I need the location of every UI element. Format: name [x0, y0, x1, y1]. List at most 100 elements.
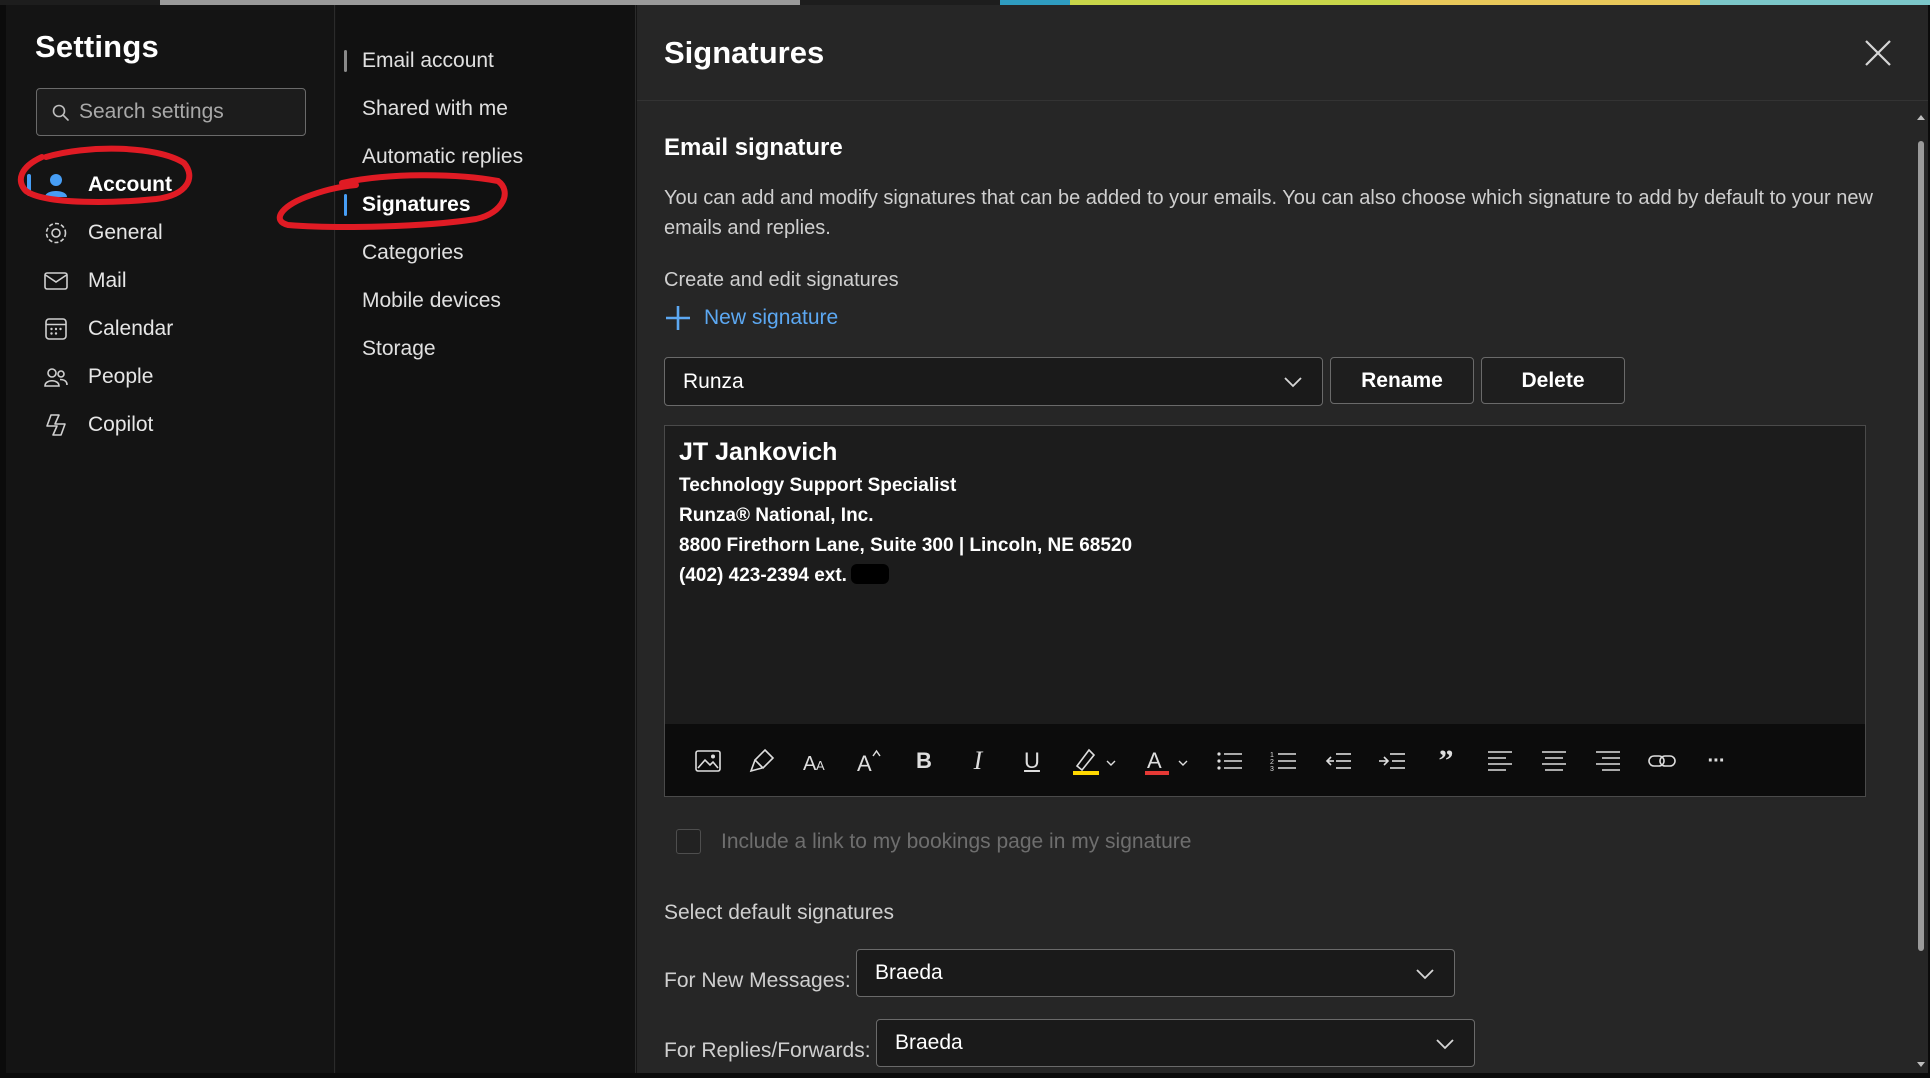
- section-title: Email signature: [664, 134, 843, 161]
- copilot-icon: [42, 411, 70, 439]
- decrease-indent-icon[interactable]: [1323, 746, 1353, 776]
- search-icon: [52, 104, 69, 121]
- vertical-scrollbar[interactable]: [1914, 111, 1928, 1071]
- formatting-toolbar: AA A B I U A 123 ” ···: [665, 724, 1865, 796]
- replies-select[interactable]: Braeda: [876, 1019, 1475, 1067]
- scrollbar-thumb[interactable]: [1918, 141, 1924, 951]
- bookings-link-label: Include a link to my bookings page in my…: [721, 829, 1192, 853]
- nav-item-label: Account: [88, 173, 172, 196]
- signature-select-value: Runza: [683, 369, 744, 393]
- signature-select[interactable]: Runza: [664, 357, 1323, 406]
- format-painter-icon[interactable]: [747, 746, 777, 776]
- delete-button[interactable]: Delete: [1481, 357, 1625, 404]
- insert-picture-icon[interactable]: [693, 746, 723, 776]
- signature-line: Runza® National, Inc.: [679, 505, 874, 526]
- nav-item-account[interactable]: Account: [27, 165, 320, 205]
- new-signature-label: New signature: [704, 306, 839, 329]
- svg-text:A: A: [1147, 748, 1162, 773]
- svg-text:1: 1: [1270, 752, 1274, 759]
- increase-font-icon[interactable]: A: [855, 746, 885, 776]
- chevron-down-icon: [1416, 969, 1434, 980]
- align-right-icon[interactable]: [1593, 746, 1623, 776]
- subnav-item-label: Signatures: [362, 193, 471, 216]
- signature-content[interactable]: JT Jankovich Technology Support Speciali…: [679, 438, 1132, 591]
- bold-icon[interactable]: B: [909, 746, 939, 776]
- close-button[interactable]: [1858, 33, 1898, 73]
- bookings-link-option: Include a link to my bookings page in my…: [676, 829, 1191, 854]
- increase-indent-icon[interactable]: [1377, 746, 1407, 776]
- svg-text:3: 3: [1270, 766, 1274, 773]
- page-title: Signatures: [664, 35, 825, 70]
- signatures-panel: Signatures Email signature You can add a…: [637, 5, 1928, 1073]
- nav-item-label: General: [88, 221, 163, 244]
- subnav-item-label: Storage: [362, 337, 436, 360]
- svg-text:A: A: [857, 751, 872, 775]
- signature-phone: (402) 423-2394 ext.: [679, 565, 847, 586]
- rename-button[interactable]: Rename: [1330, 357, 1474, 404]
- new-messages-value: Braeda: [875, 961, 943, 984]
- chevron-down-icon: [1284, 377, 1302, 388]
- signature-line: 8800 Firethorn Lane, Suite 300 | Lincoln…: [679, 535, 1133, 556]
- close-icon: [1865, 40, 1891, 66]
- selection-bar: [344, 194, 347, 216]
- nav-item-calendar[interactable]: Calendar: [30, 309, 320, 349]
- underline-icon[interactable]: U: [1017, 746, 1047, 776]
- signature-line: Technology Support Specialist: [679, 475, 957, 496]
- new-messages-label: For New Messages:: [664, 969, 851, 992]
- signature-editor[interactable]: JT Jankovich Technology Support Speciali…: [664, 425, 1866, 797]
- font-size-icon[interactable]: AA: [801, 746, 831, 776]
- nav-item-mail[interactable]: Mail: [30, 261, 320, 301]
- quote-icon[interactable]: ”: [1431, 744, 1461, 777]
- search-box[interactable]: [36, 88, 306, 136]
- subnav-item-automatic-replies[interactable]: Automatic replies: [336, 137, 626, 177]
- subnav-item-email-account[interactable]: Email account: [336, 41, 626, 81]
- settings-title: Settings: [35, 29, 159, 64]
- subnav-item-signatures[interactable]: Signatures: [336, 185, 626, 225]
- numbering-icon[interactable]: 123: [1269, 746, 1299, 776]
- highlight-icon[interactable]: [1071, 746, 1123, 776]
- subnav-item-label: Automatic replies: [362, 145, 524, 168]
- search-input[interactable]: [79, 89, 299, 135]
- nav-item-label: Copilot: [88, 413, 154, 436]
- bullets-icon[interactable]: [1215, 746, 1245, 776]
- subnav-item-label: Email account: [362, 49, 494, 72]
- settings-window: Settings Account General Mail: [6, 5, 1928, 1073]
- replies-label: For Replies/Forwards:: [664, 1039, 871, 1062]
- subnav-item-mobile-devices[interactable]: Mobile devices: [336, 281, 626, 321]
- nav-item-general[interactable]: General: [30, 213, 320, 253]
- subnav-item-shared-with-me[interactable]: Shared with me: [336, 89, 626, 129]
- account-subnav: Email account Shared with me Automatic r…: [336, 5, 636, 1073]
- new-signature-button[interactable]: New signature: [664, 304, 838, 332]
- chevron-down-icon: [1436, 1039, 1454, 1050]
- calendar-icon: [42, 315, 70, 343]
- subnav-item-storage[interactable]: Storage: [336, 329, 626, 369]
- align-left-icon[interactable]: [1485, 746, 1515, 776]
- scroll-up-arrow-icon[interactable]: [1914, 111, 1928, 125]
- gear-icon: [42, 219, 70, 247]
- subnav-item-categories[interactable]: Categories: [336, 233, 626, 273]
- link-icon[interactable]: [1647, 746, 1677, 776]
- panel-header: Signatures: [637, 5, 1928, 101]
- section-description: You can add and modify signatures that c…: [664, 187, 1873, 239]
- italic-icon[interactable]: I: [963, 746, 993, 776]
- replies-value: Braeda: [895, 1031, 963, 1054]
- default-signatures-label: Select default signatures: [664, 901, 894, 924]
- font-color-icon[interactable]: A: [1143, 746, 1195, 776]
- bookings-link-checkbox[interactable]: [676, 829, 701, 854]
- more-options-icon[interactable]: ···: [1701, 746, 1731, 776]
- nav-item-label: People: [88, 365, 154, 388]
- subnav-item-label: Mobile devices: [362, 289, 501, 312]
- scroll-down-arrow-icon[interactable]: [1914, 1057, 1928, 1071]
- settings-nav: Settings Account General Mail: [6, 5, 335, 1073]
- mail-icon: [42, 267, 70, 295]
- redaction-mark: [850, 564, 889, 584]
- new-messages-select[interactable]: Braeda: [856, 949, 1455, 997]
- nav-item-copilot[interactable]: Copilot: [30, 405, 320, 445]
- nav-item-people[interactable]: People: [30, 357, 320, 397]
- create-edit-label: Create and edit signatures: [664, 269, 899, 291]
- people-icon: [42, 363, 70, 391]
- nav-item-label: Calendar: [88, 317, 174, 340]
- subnav-item-label: Categories: [362, 241, 464, 264]
- align-center-icon[interactable]: [1539, 746, 1569, 776]
- svg-text:2: 2: [1270, 759, 1274, 766]
